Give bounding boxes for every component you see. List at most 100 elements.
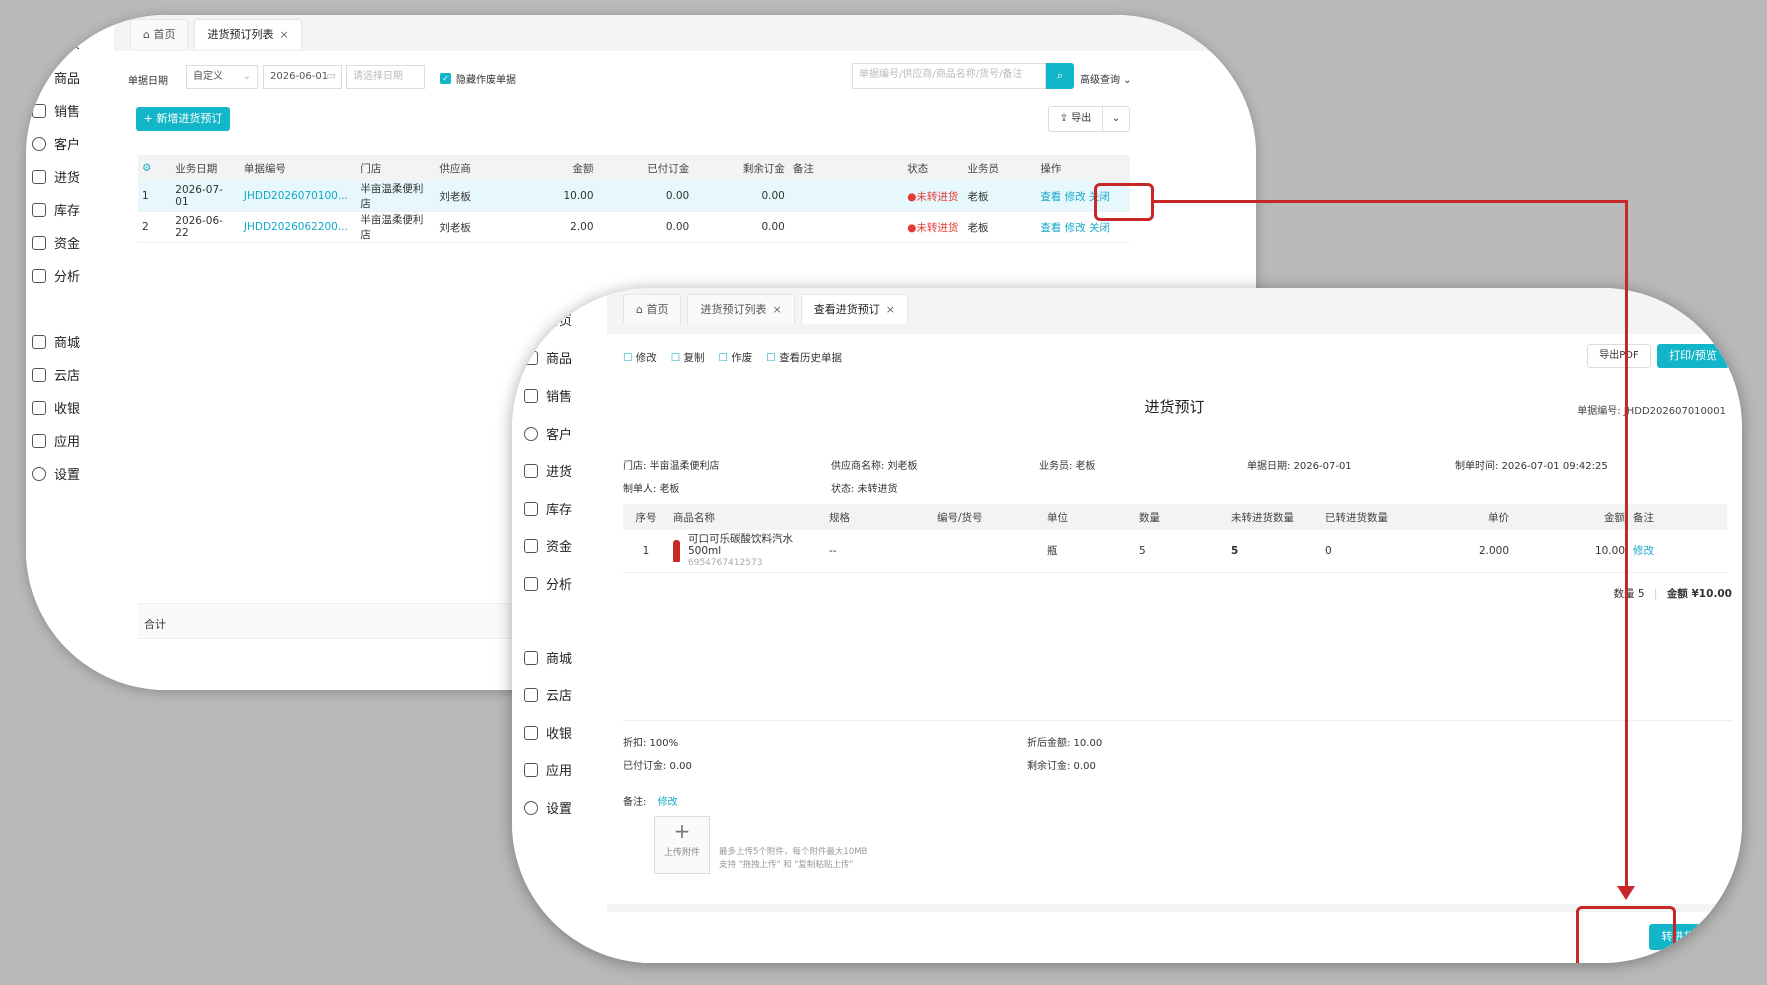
gear-icon	[524, 800, 538, 815]
sidebar-item-fund[interactable]: 资金	[524, 536, 572, 555]
sidebar-item-cloud[interactable]: 云店	[524, 685, 572, 704]
search-button[interactable]: ⌕	[1046, 63, 1074, 89]
column-header: 供应商	[435, 155, 511, 181]
status-badge: ●未转进货	[903, 181, 964, 212]
advanced-search-link[interactable]: 高级查询 ⌄	[1080, 71, 1132, 86]
sidebar-item-analysis[interactable]: 分析	[32, 266, 80, 285]
view-link[interactable]: 查看	[1040, 222, 1061, 234]
chart-icon	[32, 268, 46, 283]
export-button[interactable]: ⇪ 导出	[1049, 107, 1103, 131]
wallet-icon	[524, 538, 538, 553]
print-preview-button[interactable]: 打印/预览	[1657, 344, 1729, 368]
sales-icon	[524, 388, 538, 403]
upload-hint: 最多上传5个附件，每个附件最大10MB 支持 "拖拽上传" 和 "复制粘贴上传"	[719, 847, 868, 870]
date-range-select[interactable]: 自定义 ⌄	[186, 65, 258, 89]
sidebar-item-mall[interactable]: 商城	[32, 332, 80, 351]
search-icon: ⌕	[1056, 69, 1064, 82]
sidebar-item-goods[interactable]: 商品	[524, 348, 572, 367]
convert-link[interactable]: 转进	[1715, 930, 1735, 945]
sidebar-item-sales[interactable]: 销售	[32, 101, 80, 120]
purchase-order-table: ⚙ 业务日期 单据编号 门店 供应商 金额 已付订金 剩余订金 备注 状态 业务…	[138, 155, 1130, 243]
history-button[interactable]: ☐ 查看历史单据	[766, 350, 842, 365]
connector-arrow-horizontal	[1154, 200, 1628, 203]
sidebar-item-home[interactable]: 首页	[32, 33, 80, 52]
start-date-input[interactable]: 2026-06-01 ▭	[263, 65, 342, 89]
note-edit-link[interactable]: 修改	[658, 797, 678, 808]
supplier-info: 供应商名称: 刘老板	[831, 461, 918, 472]
column-header[interactable]: 单据编号	[239, 155, 357, 181]
home-icon	[524, 313, 538, 327]
table-row[interactable]: 2 2026-06-22 JHDD2026062200... 半亩温柔便利店 刘…	[138, 211, 1130, 243]
user-icon	[32, 136, 46, 151]
sidebar-item-fund[interactable]: 资金	[32, 233, 80, 252]
sidebar-item-apps[interactable]: 应用	[32, 431, 80, 450]
goods-icon	[32, 70, 46, 85]
table-settings-header[interactable]: ⚙	[138, 155, 172, 181]
sidebar-item-home[interactable]: 首页	[524, 310, 572, 329]
hide-void-checkbox[interactable]: ✓ 隐藏作废单据	[440, 71, 516, 86]
order-code-link[interactable]: JHDD2026070100...	[239, 181, 357, 212]
tab-home[interactable]: ⌂ 首页	[130, 19, 189, 49]
sidebar-item-cashier[interactable]: 收银	[524, 723, 572, 742]
tab-purchase-order-list[interactable]: 进货预订列表 ×	[687, 294, 795, 324]
sidebar-item-customer[interactable]: 客户	[32, 134, 80, 153]
status-badge: ●未转进货	[903, 211, 964, 243]
home-icon: ⌂	[143, 28, 154, 41]
table-row: 1 可口可乐碳酸饮料汽水 500ml 6954767412573 -- 瓶 5 …	[623, 530, 1727, 573]
column-header: 已付订金	[597, 155, 694, 181]
sidebar-item-customer[interactable]: 客户	[524, 424, 572, 443]
add-purchase-order-button[interactable]: + 新增进货预订	[136, 107, 230, 131]
copy-button[interactable]: ☐ 复制	[671, 350, 705, 365]
sidebar-item-purchase[interactable]: 进货	[32, 167, 80, 186]
sidebar-item-settings[interactable]: 设置	[524, 798, 572, 817]
detail-toolbar: ☐ 修改 ☐ 复制 ☐ 作废 ☐ 查看历史单据	[623, 350, 842, 365]
sidebar-item-cloud[interactable]: 云店	[32, 365, 80, 384]
close-icon[interactable]: ×	[279, 28, 288, 41]
sidebar-item-purchase[interactable]: 进货	[524, 461, 572, 480]
discount-info: 折扣: 100%	[623, 738, 679, 749]
edit-button[interactable]: ☐ 修改	[623, 350, 657, 365]
table-row[interactable]: 1 2026-07-01 JHDD2026070100... 半亩温柔便利店 刘…	[138, 181, 1130, 212]
export-dropdown-button[interactable]: ⌄	[1103, 107, 1129, 131]
column-header[interactable]: 业务日期	[171, 155, 240, 181]
void-button[interactable]: ☐ 作废	[719, 350, 753, 365]
item-note-edit-link[interactable]: 修改	[1629, 530, 1727, 573]
sidebar-item-cashier[interactable]: 收银	[32, 398, 80, 417]
end-date-input[interactable]: 请选择日期	[346, 65, 425, 89]
sidebar-item-settings[interactable]: 设置	[32, 464, 80, 483]
order-code-link[interactable]: JHDD2026062200...	[239, 211, 357, 243]
copy-icon: ☐	[670, 352, 684, 364]
gear-icon	[32, 466, 46, 481]
apps-icon	[32, 433, 46, 448]
upload-attachment-button[interactable]: + 上传附件	[654, 816, 710, 874]
chevron-down-icon: ⌄	[242, 71, 251, 82]
sidebar-item-analysis[interactable]: 分析	[524, 574, 572, 593]
sidebar-item-sales[interactable]: 销售	[524, 386, 572, 405]
edit-link[interactable]: 修改	[1065, 191, 1086, 203]
close-link[interactable]: 关闭	[1089, 222, 1110, 234]
sidebar-item-apps[interactable]: 应用	[524, 760, 572, 779]
highlight-view-box	[1094, 183, 1154, 221]
purchase-order-detail-window: 首页 商品 销售 客户 进货 库存 资金 分析 商城 云店 收银 应用 设置 ⌂…	[512, 288, 1742, 963]
close-icon[interactable]: ×	[772, 303, 781, 316]
column-header: 备注	[788, 155, 904, 181]
close-icon[interactable]: ×	[886, 303, 895, 316]
divider	[623, 720, 1732, 721]
column-header: 金额	[510, 155, 598, 181]
sidebar-item-goods[interactable]: 商品	[32, 68, 80, 87]
gear-icon: ⚙	[142, 162, 152, 174]
warehouse-icon	[524, 501, 538, 516]
column-header: 业务员	[963, 155, 1037, 181]
sidebar-item-stock[interactable]: 库存	[524, 499, 572, 518]
search-input[interactable]: 单据编号/供应商/商品名称/货号/备注	[852, 63, 1046, 89]
purchase-icon	[524, 463, 538, 478]
view-link[interactable]: 查看	[1040, 191, 1061, 203]
sidebar-item-stock[interactable]: 库存	[32, 200, 80, 219]
tab-home[interactable]: ⌂ 首页	[623, 294, 682, 324]
sidebar-item-mall[interactable]: 商城	[524, 648, 572, 667]
edit-link[interactable]: 修改	[1065, 222, 1086, 234]
tab-view-purchase-order[interactable]: 查看进货预订 ×	[800, 294, 908, 324]
export-pdf-button[interactable]: 导出PDF	[1587, 344, 1651, 368]
tab-purchase-order-list[interactable]: 进货预订列表 ×	[194, 19, 302, 49]
paid-deposit-info: 已付订金: 0.00	[623, 761, 692, 772]
